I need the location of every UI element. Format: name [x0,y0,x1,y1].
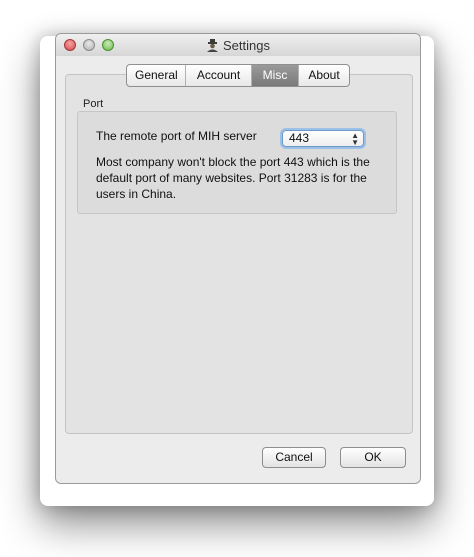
port-description: Most company won't block the port 443 wh… [96,155,370,201]
remote-port-value: 443 [289,131,310,145]
remote-port-label: The remote port of MIH server [96,129,257,143]
tab-misc[interactable]: Misc [252,65,299,86]
tab-bar: General Account Misc About [126,64,350,87]
up-down-arrows-icon: ▲ ▼ [351,131,359,147]
title-bar[interactable]: Settings [56,34,420,56]
window-title: Settings [56,38,420,53]
tab-about[interactable]: About [299,65,349,86]
remote-port-select[interactable]: 443 ▲ ▼ [282,130,364,147]
spy-icon [207,39,218,52]
window-title-text: Settings [223,38,270,53]
tab-account[interactable]: Account [186,65,252,86]
tab-general[interactable]: General [127,65,186,86]
settings-window: Settings General Account Misc About Port… [55,33,421,484]
page: Settings General Account Misc About Port… [0,0,474,557]
port-group-title: Port [83,98,104,110]
ok-button[interactable]: OK [340,447,406,468]
cancel-button[interactable]: Cancel [262,447,326,468]
